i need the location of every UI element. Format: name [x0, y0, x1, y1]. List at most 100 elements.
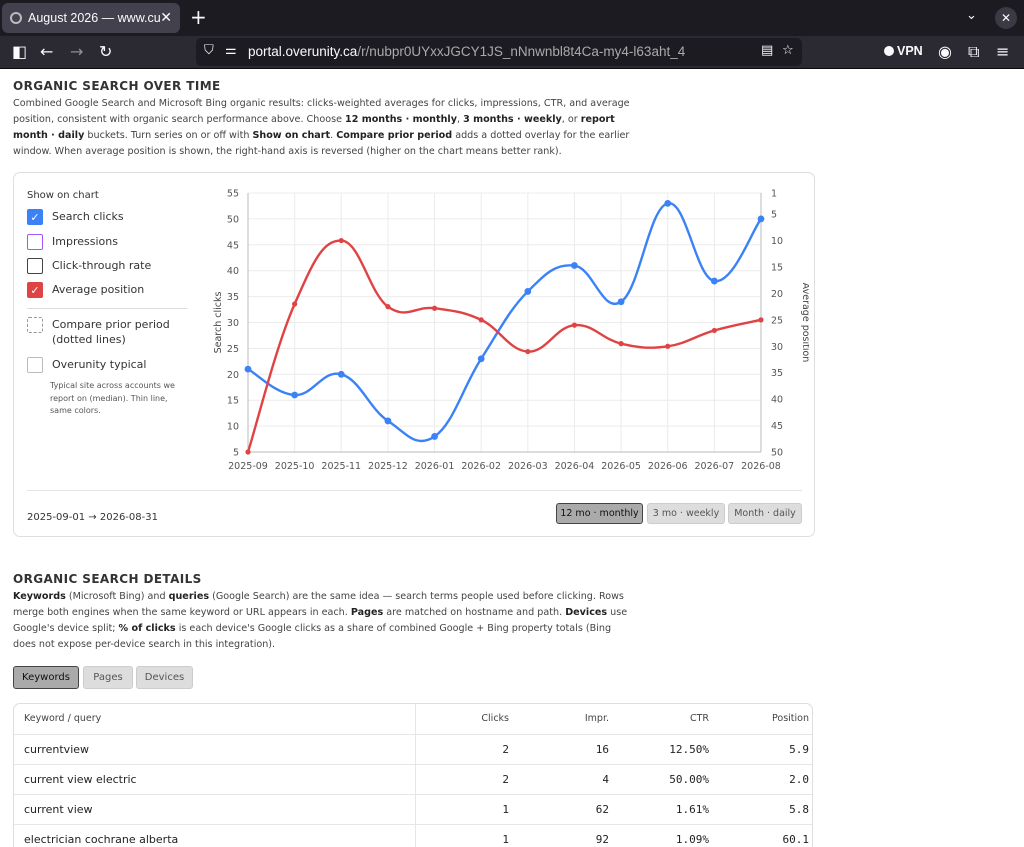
- y-tick-label: 15: [227, 396, 239, 407]
- details-description: Keywords (Microsoft Bing) and queries (G…: [13, 591, 628, 650]
- checkbox-icon[interactable]: [27, 357, 43, 373]
- data-point: [291, 391, 299, 399]
- vpn-icon: [884, 46, 894, 56]
- table-row[interactable]: currentview 2 16 12.50% 5.9: [14, 734, 812, 764]
- table-row[interactable]: current view electric 2 4 50.00% 2.0: [14, 764, 812, 794]
- table-cell: current view electric: [24, 773, 137, 786]
- y-tick-label: 50: [227, 214, 239, 225]
- x-tick-label: 2025-09: [228, 461, 268, 472]
- column-header-ctr[interactable]: CTR: [654, 704, 709, 734]
- toggle-divider: [27, 308, 187, 309]
- account-icon[interactable]: ◉: [938, 43, 952, 61]
- sidebar-icon[interactable]: ◧: [12, 43, 27, 61]
- y-right-tick-label: 10: [771, 236, 783, 247]
- extensions-icon[interactable]: ⧉: [968, 43, 979, 61]
- data-point: [478, 317, 484, 323]
- bookmark-star-icon[interactable]: ☆: [782, 43, 794, 58]
- active-tab[interactable]: August 2026 — www.cu ✕: [2, 3, 180, 33]
- table-cell: 12.50%: [669, 743, 709, 756]
- reader-view-icon[interactable]: ▤: [761, 43, 773, 58]
- table-cell: 5.8: [789, 803, 809, 816]
- data-point: [665, 343, 671, 349]
- tab-pages[interactable]: Pages: [83, 666, 133, 689]
- data-point: [384, 417, 392, 425]
- data-point: [571, 262, 578, 269]
- tab-title: August 2026 — www.cu: [28, 11, 161, 25]
- checkbox-icon[interactable]: [27, 234, 43, 250]
- data-point: [292, 301, 298, 307]
- close-window-icon[interactable]: ✕: [995, 7, 1017, 29]
- x-tick-label: 2026-02: [461, 461, 501, 472]
- chevron-down-icon[interactable]: ⌄: [966, 8, 977, 23]
- y-tick-label: 20: [227, 370, 239, 381]
- column-header-keyword[interactable]: Keyword / query: [24, 704, 101, 734]
- toggle-impressions[interactable]: Impressions: [27, 234, 118, 250]
- table-row[interactable]: current view 1 62 1.61% 5.8: [14, 794, 812, 824]
- y-right-tick-label: 45: [771, 421, 783, 432]
- y-right-tick-label: 40: [771, 395, 783, 406]
- data-point: [571, 322, 578, 328]
- toggle-search-clicks[interactable]: ✓ Search clicks: [27, 209, 124, 225]
- column-header-position[interactable]: Position: [749, 704, 809, 734]
- globe-icon: [10, 12, 22, 24]
- checkbox-checked-icon[interactable]: ✓: [27, 282, 43, 298]
- y-tick-label: 35: [227, 292, 239, 303]
- column-header-impressions[interactable]: Impr.: [554, 704, 609, 734]
- range-month-button[interactable]: Month · daily: [728, 503, 802, 524]
- table-cell: 1: [502, 833, 509, 846]
- data-point: [758, 317, 764, 323]
- data-point: [338, 237, 344, 244]
- data-point: [477, 355, 485, 363]
- range-12mo-button[interactable]: 12 mo · monthly: [556, 503, 643, 524]
- shield-icon[interactable]: ⛉: [204, 43, 214, 58]
- series-line-average-position: [246, 239, 762, 453]
- data-point: [711, 327, 717, 334]
- checkbox-dashed-icon[interactable]: [27, 317, 43, 333]
- column-header-clicks[interactable]: Clicks: [454, 704, 509, 734]
- toggle-ctr[interactable]: Click-through rate: [27, 258, 151, 274]
- tab-devices[interactable]: Devices: [136, 666, 193, 689]
- data-point: [431, 305, 438, 311]
- y-axis-label: Search clicks: [213, 292, 224, 354]
- line-chart: 510152025303540455055 1510152025303540455…: [213, 189, 809, 473]
- card-divider: [27, 490, 802, 491]
- toggle-average-position[interactable]: ✓ Average position: [27, 282, 144, 298]
- y-tick-label: 55: [227, 189, 239, 200]
- url-text[interactable]: portal.overunity.ca/r/nubpr0UYxxJGCY1JS_…: [248, 44, 685, 59]
- permissions-icon[interactable]: ⚌: [225, 43, 237, 58]
- checkbox-icon[interactable]: [27, 258, 43, 274]
- y-tick-label: 25: [227, 344, 239, 355]
- new-tab-icon[interactable]: +: [190, 6, 207, 28]
- tab-keywords[interactable]: Keywords: [13, 666, 79, 689]
- x-tick-label: 2025-10: [275, 461, 315, 472]
- toggle-compare-prior[interactable]: Compare prior period (dotted lines): [27, 317, 182, 347]
- data-point: [757, 215, 765, 223]
- table-cell: electrician cochrane alberta: [24, 833, 179, 846]
- y-tick-label: 5: [233, 448, 239, 459]
- details-title: ORGANIC SEARCH DETAILS: [13, 572, 202, 586]
- table-cell: 50.00%: [669, 773, 709, 786]
- toggle-overunity-typical[interactable]: Overunity typical: [27, 357, 146, 373]
- show-on-chart-label: Show on chart: [27, 190, 99, 201]
- over-time-description: Combined Google Search and Microsoft Bin…: [13, 98, 630, 157]
- back-icon[interactable]: ←: [40, 43, 53, 61]
- data-point: [710, 277, 718, 285]
- range-3mo-button[interactable]: 3 mo · weekly: [647, 503, 725, 524]
- vpn-button[interactable]: VPN: [884, 44, 923, 58]
- y-tick-label: 30: [227, 318, 239, 329]
- y-right-tick-label: 5: [771, 210, 777, 221]
- reload-icon[interactable]: ↻: [99, 43, 112, 61]
- menu-icon[interactable]: ≡: [996, 43, 1009, 61]
- x-tick-label: 2026-07: [695, 461, 735, 472]
- data-point: [244, 365, 252, 373]
- table-row[interactable]: electrician cochrane alberta 1 92 1.09% 60.1: [14, 824, 812, 847]
- table-cell: 1.09%: [675, 833, 709, 846]
- data-point: [617, 298, 625, 306]
- table-cell: 2: [502, 773, 509, 786]
- url-bar[interactable]: ⛉ ⚌ portal.overunity.ca/r/nubpr0UYxxJGCY…: [196, 38, 802, 66]
- close-tab-icon[interactable]: ✕: [160, 10, 172, 26]
- data-point: [337, 370, 345, 378]
- data-point: [245, 449, 251, 455]
- forward-icon[interactable]: →: [70, 43, 83, 61]
- checkbox-checked-icon[interactable]: ✓: [27, 209, 43, 225]
